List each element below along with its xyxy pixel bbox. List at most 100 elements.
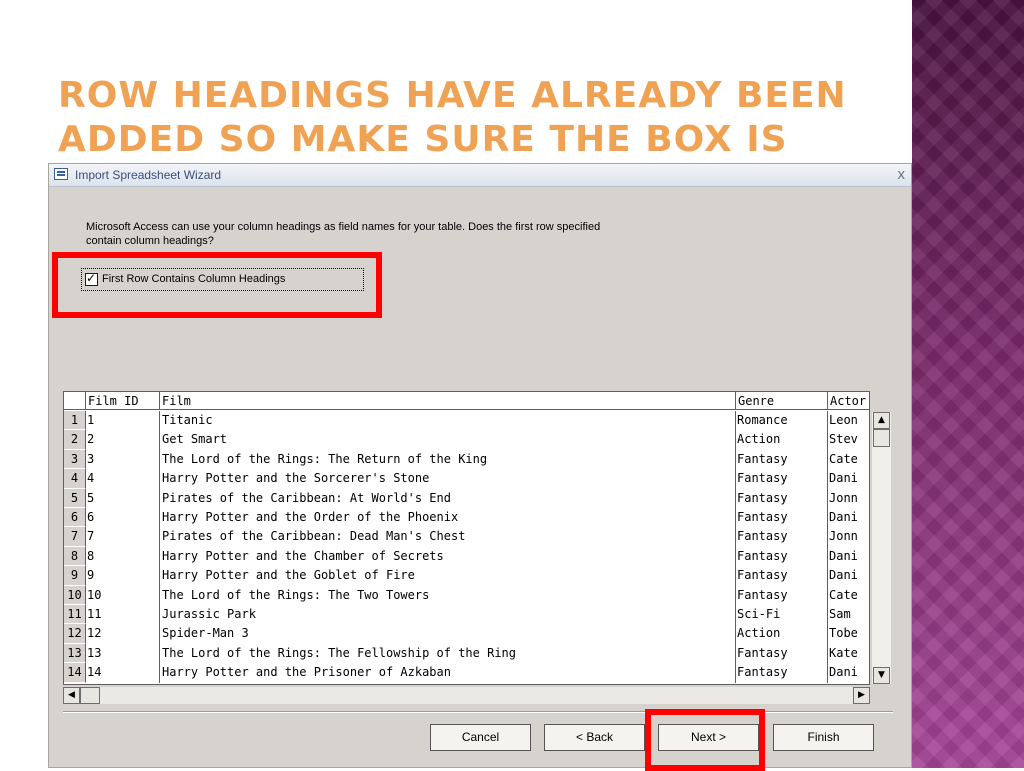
genre-cell: Fantasy [736,449,828,470]
film-cell: The Lord of the Rings: The Return of the… [160,449,736,470]
checkbox-highlight-box [52,252,382,318]
film-cell: Jurassic Park [160,605,736,625]
row-number: 5 [64,488,86,508]
film-cell: The Lord of the Rings: The Fellowship of… [160,643,736,664]
film-id-cell: 11 [86,605,160,625]
actor-cell: Dani [829,471,858,486]
genre-cell: Sci-Fi [736,605,828,625]
import-wizard-dialog: Import Spreadsheet Wizard x Microsoft Ac… [48,163,912,771]
data-preview-grid: Film ID Film Genre Actor 1 1 Titanic Rom… [63,391,870,685]
genre-cell: Fantasy [736,546,828,567]
row-number: 8 [64,546,86,567]
decorative-side-band [912,0,1024,768]
film-cell: Harry Potter and the Goblet of Fire [160,566,736,586]
film-cell: Get Smart [160,430,736,450]
film-cell: The Lord of the Rings: The Two Towers [160,585,736,605]
film-cell: Pirates of the Caribbean: At World's End [160,488,736,508]
scroll-left-icon[interactable]: ◀ [63,687,80,704]
row-number: 4 [64,469,86,489]
genre-cell: Fantasy [736,566,828,586]
table-row: 1 1 Titanic Romance Leon [64,411,869,431]
table-row: 3 3 The Lord of the Rings: The Return of… [64,449,869,470]
film-cell: Harry Potter and the Prisoner of Azkaban [160,663,736,683]
actor-cell: Jonn [829,529,858,544]
table-row: 10 10 The Lord of the Rings: The Two Tow… [64,585,869,605]
film-id-cell: 12 [86,624,160,644]
access-table-icon [54,168,68,180]
genre-cell: Fantasy [736,527,828,547]
actor-cell: Jonn [829,490,858,505]
actor-cell: Dani [829,665,858,680]
back-button[interactable]: < Back [544,724,645,751]
film-id-cell: 9 [86,566,160,586]
vertical-scrollbar[interactable]: ▲ ▼ [872,412,891,684]
cancel-button[interactable]: Cancel [430,724,531,751]
row-number: 2 [64,430,86,450]
button-separator [63,711,893,713]
film-id-cell: 5 [86,488,160,508]
film-cell: Harry Potter and the Chamber of Secrets [160,546,736,567]
dialog-title: Import Spreadsheet Wizard [75,168,222,182]
actor-cell: Stev [829,432,858,447]
column-header-actor[interactable]: Actor [828,392,869,410]
genre-cell: Fantasy [736,469,828,489]
row-number: 11 [64,605,86,625]
film-id-cell: 13 [86,643,160,664]
row-number: 7 [64,527,86,547]
actor-cell: Dani [829,510,858,524]
actor-cell: Dani [829,568,858,583]
table-row: 4 4 Harry Potter and the Sorcerer's Ston… [64,469,869,489]
row-number: 10 [64,585,86,605]
film-id-cell: 10 [86,585,160,605]
film-cell: Harry Potter and the Order of the Phoeni… [160,508,736,528]
column-header-film-id[interactable]: Film ID [86,392,160,410]
genre-cell: Action [736,624,828,644]
column-header-film[interactable]: Film [160,392,736,410]
film-id-cell: 1 [86,411,160,431]
table-row: 9 9 Harry Potter and the Goblet of Fire … [64,566,869,586]
horizontal-scroll-thumb[interactable] [80,687,100,704]
genre-cell: Fantasy [736,643,828,664]
column-header-genre[interactable]: Genre [736,392,828,410]
table-row: 13 13 The Lord of the Rings: The Fellows… [64,643,869,664]
close-icon[interactable]: x [898,166,906,183]
scroll-down-icon[interactable]: ▼ [873,667,890,684]
row-number: 13 [64,643,86,664]
actor-cell: Leon [829,413,858,427]
genre-cell: Fantasy [736,488,828,508]
row-number: 3 [64,449,86,470]
scroll-right-icon[interactable]: ▶ [853,687,870,704]
row-number: 6 [64,508,86,528]
genre-cell: Fantasy [736,585,828,605]
film-cell: Spider-Man 3 [160,624,736,644]
table-row: 12 12 Spider-Man 3 Action Tobe [64,624,869,644]
genre-cell: Fantasy [736,663,828,683]
row-number-header [64,392,86,410]
table-row: 7 7 Pirates of the Caribbean: Dead Man's… [64,527,869,547]
next-highlight-box [645,709,765,771]
table-row: 5 5 Pirates of the Caribbean: At World's… [64,488,869,508]
actor-cell: Tobe [829,626,858,641]
table-row: 11 11 Jurassic Park Sci-Fi Sam [64,605,869,625]
film-cell: Titanic [160,411,736,431]
genre-cell: Fantasy [736,508,828,528]
actor-cell: Cate [829,587,858,602]
table-row: 2 2 Get Smart Action Stev [64,430,869,450]
film-id-cell: 4 [86,469,160,489]
film-id-cell: 14 [86,663,160,683]
vertical-scroll-thumb[interactable] [873,429,890,447]
dialog-titlebar: Import Spreadsheet Wizard x [49,164,911,187]
film-id-cell: 6 [86,508,160,528]
actor-cell: Cate [829,451,858,466]
horizontal-scrollbar[interactable]: ◀ ▶ [63,687,870,704]
row-number: 1 [64,411,86,431]
table-row: 6 6 Harry Potter and the Order of the Ph… [64,508,869,528]
table-row: 8 8 Harry Potter and the Chamber of Secr… [64,546,869,567]
table-row: 14 14 Harry Potter and the Prisoner of A… [64,663,869,683]
film-id-cell: 3 [86,449,160,470]
scroll-up-icon[interactable]: ▲ [873,412,890,429]
row-number: 9 [64,566,86,586]
actor-cell: Sam [829,607,851,621]
row-number: 14 [64,663,86,683]
finish-button[interactable]: Finish [773,724,874,751]
